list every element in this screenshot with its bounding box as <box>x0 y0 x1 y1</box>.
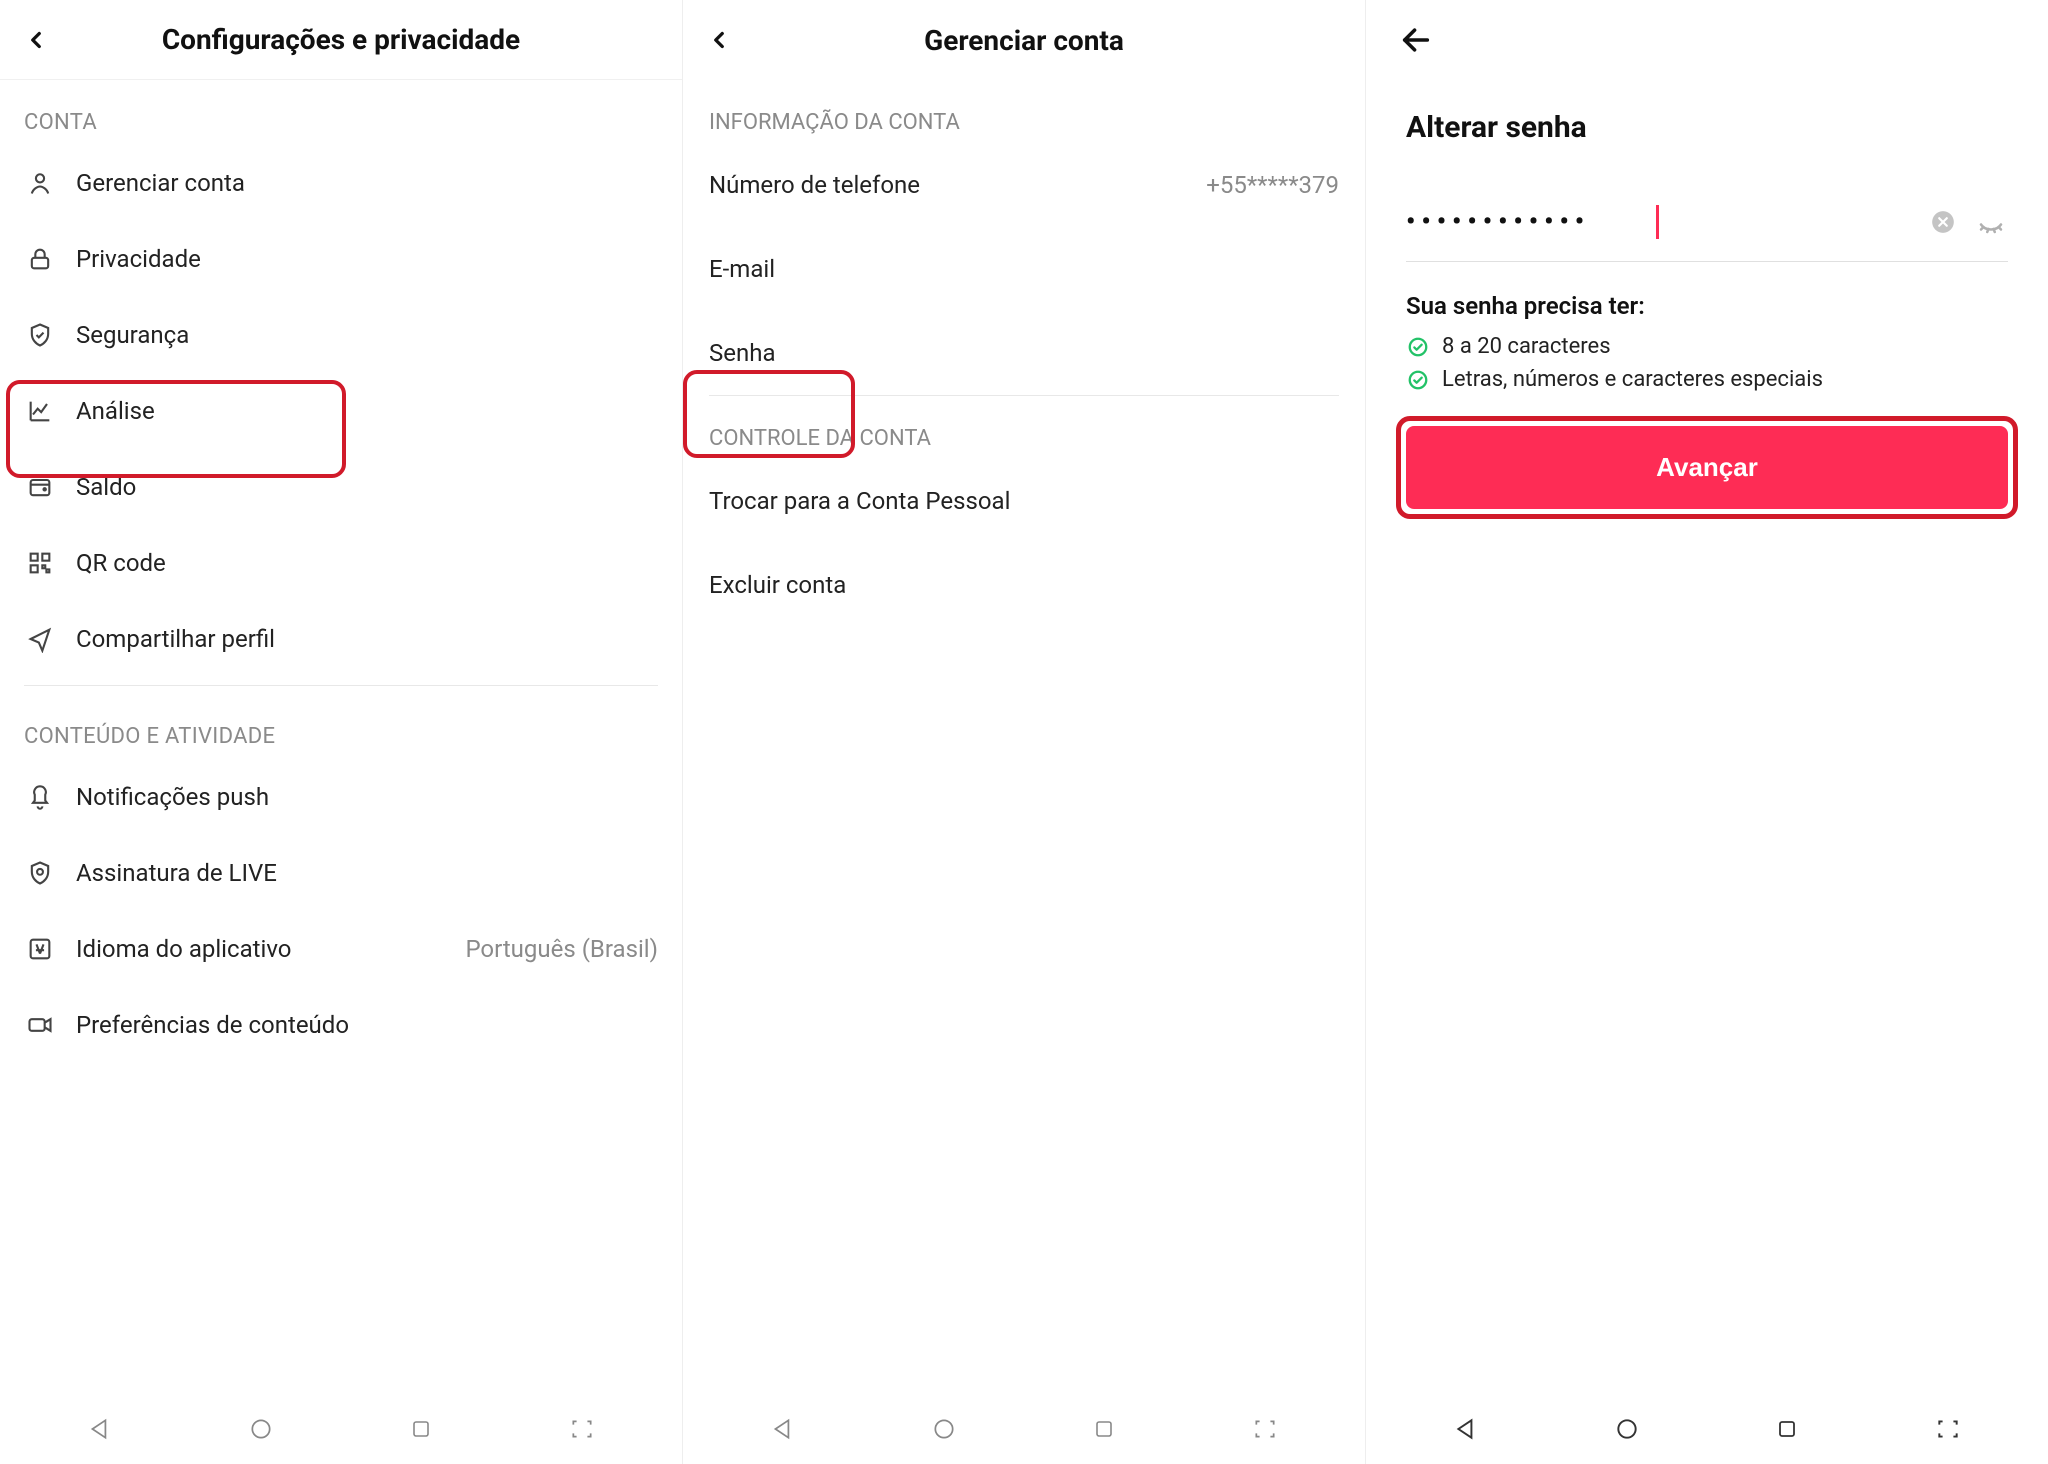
menu-item-language[interactable]: Idioma do aplicativo Português (Brasil) <box>0 911 682 987</box>
nav-home[interactable] <box>241 1409 281 1449</box>
lock-icon <box>24 243 56 275</box>
next-button[interactable]: Avançar <box>1406 426 2008 509</box>
menu-item-manage-account[interactable]: Gerenciar conta <box>0 145 682 221</box>
button-wrap: Avançar <box>1406 426 2008 509</box>
row-email[interactable]: E-mail <box>683 227 1365 311</box>
menu-label: Preferências de conteúdo <box>76 1011 349 1039</box>
menu-item-live-sub[interactable]: Assinatura de LIVE <box>0 835 682 911</box>
chevron-left-icon <box>23 27 49 53</box>
nav-back[interactable] <box>763 1409 803 1449</box>
live-icon <box>24 857 56 889</box>
clear-button[interactable] <box>1926 205 1960 239</box>
header: Configurações e privacidade <box>0 0 682 80</box>
settings-panel: Configurações e privacidade CONTA Gerenc… <box>0 0 682 1464</box>
nav-recent[interactable] <box>1084 1409 1124 1449</box>
section-label-info: INFORMAÇÃO DA CONTA <box>683 80 1365 143</box>
menu-label: Análise <box>76 397 155 425</box>
row-password[interactable]: Senha <box>683 311 1365 395</box>
nav-screenshot[interactable] <box>1245 1409 1285 1449</box>
menu-item-privacy[interactable]: Privacidade <box>0 221 682 297</box>
section-label-account: CONTA <box>0 80 682 145</box>
back-button[interactable] <box>1396 20 1436 60</box>
row-label: Número de telefone <box>709 171 920 199</box>
divider <box>24 685 658 686</box>
nav-back[interactable] <box>80 1409 120 1449</box>
password-input[interactable]: •••••••••••• <box>1406 207 1660 237</box>
qr-icon <box>24 547 56 579</box>
menu-item-share-profile[interactable]: Compartilhar perfil <box>0 601 682 677</box>
menu-item-qrcode[interactable]: QR code <box>0 525 682 601</box>
lang-icon <box>24 933 56 965</box>
video-icon <box>24 1009 56 1041</box>
back-button[interactable] <box>20 24 52 56</box>
eye-off-icon <box>1976 207 2006 237</box>
nav-back[interactable] <box>1446 1409 1486 1449</box>
nav-recent[interactable] <box>1767 1409 1807 1449</box>
header: Gerenciar conta <box>683 0 1365 80</box>
android-navbar <box>1366 1394 2048 1464</box>
manage-account-panel: Gerenciar conta INFORMAÇÃO DA CONTA Núme… <box>682 0 1365 1464</box>
text-caret <box>1656 205 1659 239</box>
row-value: +55*****379 <box>1206 171 1339 199</box>
chart-icon <box>24 395 56 427</box>
chevron-left-icon <box>706 27 732 53</box>
requirement-text: 8 a 20 caracteres <box>1442 334 1611 359</box>
row-label: Senha <box>709 339 776 367</box>
row-label: E-mail <box>709 255 775 283</box>
section-label-control: CONTROLE DA CONTA <box>683 396 1365 459</box>
page-title: Gerenciar conta <box>735 24 1313 57</box>
requirements-title: Sua senha precisa ter: <box>1406 292 2008 320</box>
menu-label: Gerenciar conta <box>76 169 245 197</box>
menu-label: Saldo <box>76 473 136 501</box>
menu-item-security[interactable]: Segurança <box>0 297 682 373</box>
shield-icon <box>24 319 56 351</box>
nav-screenshot[interactable] <box>562 1409 602 1449</box>
menu-label: Segurança <box>76 321 189 349</box>
wallet-icon <box>24 471 56 503</box>
bell-icon <box>24 781 56 813</box>
nav-home[interactable] <box>924 1409 964 1449</box>
android-navbar <box>0 1394 682 1464</box>
content: Alterar senha •••••••••••• Sua senha pre… <box>1366 80 2048 539</box>
menu-item-balance[interactable]: Saldo <box>0 449 682 525</box>
row-label: Trocar para a Conta Pessoal <box>709 487 1010 515</box>
page-title: Alterar senha <box>1406 110 2008 145</box>
nav-screenshot[interactable] <box>1928 1409 1968 1449</box>
menu-item-analytics[interactable]: Análise <box>0 373 682 449</box>
row-phone[interactable]: Número de telefone +55*****379 <box>683 143 1365 227</box>
toggle-visibility-button[interactable] <box>1974 205 2008 239</box>
menu-label: Assinatura de LIVE <box>76 859 277 887</box>
android-navbar <box>683 1394 1365 1464</box>
check-icon <box>1406 368 1430 392</box>
menu-value: Português (Brasil) <box>465 935 658 963</box>
menu-item-push[interactable]: Notificações push <box>0 759 682 835</box>
requirement-2: Letras, números e caracteres especiais <box>1406 367 2008 392</box>
arrow-left-icon <box>1399 23 1433 57</box>
check-icon <box>1406 335 1430 359</box>
menu-label: QR code <box>76 549 166 577</box>
menu-item-content-pref[interactable]: Preferências de conteúdo <box>0 987 682 1063</box>
user-icon <box>24 167 56 199</box>
menu-label: Compartilhar perfil <box>76 625 275 653</box>
change-password-panel: Alterar senha •••••••••••• Sua senha pre… <box>1365 0 2048 1464</box>
password-field-row: •••••••••••• <box>1406 195 2008 262</box>
header <box>1366 0 2048 80</box>
menu-label: Privacidade <box>76 245 201 273</box>
requirement-text: Letras, números e caracteres especiais <box>1442 367 1823 392</box>
row-switch-account[interactable]: Trocar para a Conta Pessoal <box>683 459 1365 543</box>
nav-recent[interactable] <box>401 1409 441 1449</box>
back-button[interactable] <box>703 24 735 56</box>
row-delete-account[interactable]: Excluir conta <box>683 543 1365 627</box>
share-icon <box>24 623 56 655</box>
section-label-content: CONTEÚDO E ATIVIDADE <box>0 694 682 759</box>
requirement-1: 8 a 20 caracteres <box>1406 334 2008 359</box>
page-title: Configurações e privacidade <box>52 23 630 56</box>
nav-home[interactable] <box>1607 1409 1647 1449</box>
menu-label: Idioma do aplicativo <box>76 935 291 963</box>
row-label: Excluir conta <box>709 571 846 599</box>
close-circle-icon <box>1930 209 1956 235</box>
menu-label: Notificações push <box>76 783 269 811</box>
